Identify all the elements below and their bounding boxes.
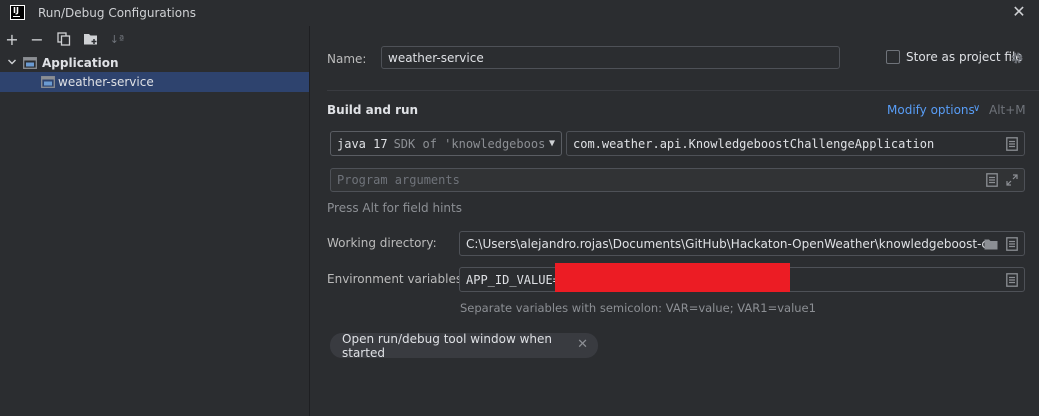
configuration-editor: Name: weather-service Store as project f… [311, 26, 1039, 416]
expand-icon[interactable] [1006, 173, 1018, 187]
name-label: Name: [327, 52, 367, 66]
jdk-select-detail: SDK of 'knowledgeboos [393, 136, 546, 151]
folder-icon[interactable] [984, 237, 998, 251]
open-tool-window-option-label: Open run/debug tool window when started [342, 331, 552, 360]
browse-list-icon[interactable] [1006, 273, 1018, 287]
remove-option-icon[interactable]: ✕ [577, 337, 588, 352]
browse-list-icon[interactable] [1006, 237, 1018, 251]
configurations-sidebar: + − ↓ª Application weather-service [0, 26, 310, 416]
environment-variables-hint: Separate variables with semicolon: VAR=v… [460, 301, 816, 315]
open-tool-window-option-chip[interactable]: Open run/debug tool window when started … [330, 331, 598, 360]
environment-variables-label: Environment variables: [327, 272, 467, 286]
browse-list-icon[interactable] [1006, 137, 1018, 151]
title-bar: IJ Run/Debug Configurations ✕ [0, 0, 1039, 26]
tree-group-application[interactable]: Application [0, 53, 309, 73]
sort-configurations-button[interactable]: ↓ª [108, 30, 126, 48]
modify-options-shortcut: Alt+M [989, 103, 1026, 117]
main-class-input[interactable]: com.weather.api.KnowledgeboostChallengeA… [566, 131, 1025, 156]
main-class-value: com.weather.api.KnowledgeboostChallengeA… [573, 136, 935, 151]
gear-icon[interactable] [1010, 51, 1024, 65]
window-title: Run/Debug Configurations [38, 6, 196, 20]
folder-add-icon [84, 34, 97, 45]
working-directory-value: C:\Users\alejandro.rojas\Documents\GitHu… [466, 236, 986, 251]
tree-item-label: weather-service [58, 75, 154, 89]
dropdown-arrow-icon: ▼ [548, 138, 555, 149]
store-as-project-file-checkbox[interactable] [886, 50, 900, 64]
store-as-project-file-label: Store as project file [906, 50, 1023, 64]
browse-list-icon[interactable] [986, 173, 998, 187]
new-folder-button[interactable] [82, 30, 100, 48]
copy-icon [57, 32, 71, 46]
tree-group-label: Application [42, 56, 119, 70]
tree-item-weather-service[interactable]: weather-service [0, 72, 309, 92]
name-input-value: weather-service [388, 50, 484, 65]
section-divider [327, 90, 1039, 91]
field-hints-tip: Press Alt for field hints [327, 201, 462, 215]
application-config-icon [23, 57, 37, 69]
program-arguments-input[interactable]: Program arguments [330, 168, 1025, 192]
chevron-down-icon [8, 59, 16, 65]
modify-options-link[interactable]: Modify options [887, 103, 975, 117]
build-and-run-heading: Build and run [327, 103, 419, 117]
name-input[interactable]: weather-service [381, 46, 840, 69]
jdk-select[interactable]: java 17 SDK of 'knowledgeboos ▼ [330, 131, 562, 156]
add-configuration-button[interactable]: + [3, 30, 21, 49]
jdk-select-value: java 17 [337, 136, 388, 151]
copy-configuration-button[interactable] [55, 30, 73, 48]
intellij-logo-icon: IJ [10, 5, 25, 20]
program-arguments-placeholder: Program arguments [337, 173, 460, 187]
chevron-down-icon: ∨ [973, 103, 981, 114]
configurations-toolbar: + − ↓ª [0, 26, 310, 52]
remove-configuration-button[interactable]: − [28, 30, 46, 49]
working-directory-label: Working directory: [327, 236, 437, 250]
working-directory-input[interactable]: C:\Users\alejandro.rojas\Documents\GitHu… [459, 231, 1025, 256]
environment-variables-value: APP_ID_VALUE= [466, 272, 560, 287]
redaction-box [555, 263, 790, 292]
application-config-icon [41, 76, 55, 88]
close-window-button[interactable]: ✕ [1011, 4, 1027, 20]
